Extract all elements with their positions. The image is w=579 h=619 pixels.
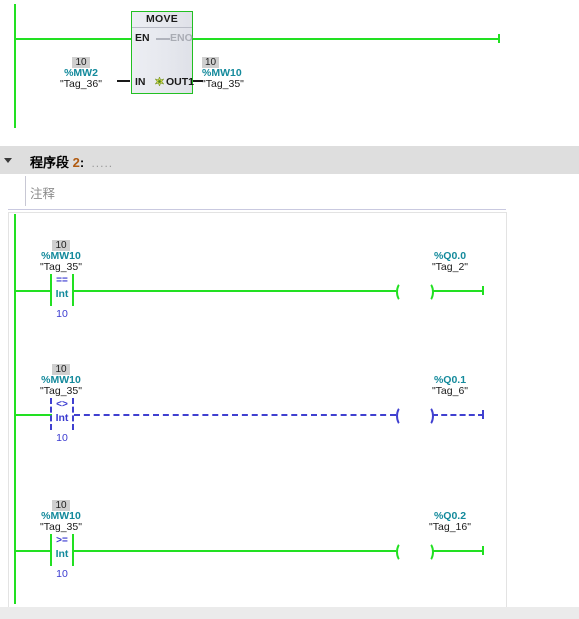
rung-2-compare-box[interactable]: <> Int	[50, 398, 74, 430]
rung-2-coil[interactable]	[396, 406, 434, 426]
rung-3-coil-operand[interactable]: %Q0.2 "Tag_16"	[415, 511, 485, 533]
move-pin-eno: ENO	[170, 32, 193, 44]
rung-2-compare-value[interactable]: 10	[50, 432, 74, 444]
rung-3-end-cap	[482, 546, 484, 555]
rung-2-compare-operator: <>	[56, 399, 68, 410]
network-number: 2	[72, 155, 80, 170]
rung-2-wire-left	[14, 414, 52, 416]
move-pin-out1: OUT1	[166, 76, 195, 88]
comment-separator	[8, 209, 506, 210]
rung-3-coil-symbol: "Tag_16"	[429, 521, 471, 533]
rung-wire-eno-out	[193, 38, 500, 40]
move-in-operand[interactable]: 10 %MW2 "Tag_36"	[46, 57, 116, 90]
panel-border-left	[8, 212, 9, 607]
rung-3-wire-left	[14, 550, 52, 552]
collapse-triangle-icon[interactable]	[4, 158, 12, 163]
rung-1-coil-right-arc	[422, 282, 434, 302]
rung-1-operand[interactable]: 10 %MW10 "Tag_35"	[26, 240, 96, 273]
move-in-symbol: "Tag_36"	[60, 78, 102, 90]
rung-2-operand-symbol: "Tag_35"	[40, 385, 82, 397]
network-2-title: 程序段 2: .....	[30, 152, 113, 171]
network-label: 程序段	[30, 155, 70, 170]
move-out-stub	[193, 80, 203, 82]
move-out-symbol: "Tag_35"	[202, 78, 244, 90]
rung-3-compare-value[interactable]: 10	[50, 568, 74, 580]
rung-2-operand[interactable]: 10 %MW10 "Tag_35"	[26, 364, 96, 397]
panel-border-top	[8, 212, 507, 213]
rung-2-wire-right	[74, 414, 396, 416]
rung-1-coil[interactable]	[396, 282, 434, 302]
move-pin-en: EN	[135, 32, 150, 44]
rung-1-compare-value[interactable]: 10	[50, 308, 74, 320]
move-block[interactable]: MOVE EN ENO IN OUT1	[131, 11, 195, 94]
add-parameter-icon[interactable]	[155, 77, 164, 86]
rung-3-operand-symbol: "Tag_35"	[40, 521, 82, 533]
rung-3-coil[interactable]	[396, 542, 434, 562]
rung-1-coil-operand[interactable]: %Q0.0 "Tag_2"	[415, 251, 485, 273]
move-block-title: MOVE	[145, 13, 179, 25]
move-block-title-rule	[132, 27, 192, 28]
panel-border-right	[506, 212, 507, 607]
comment-left-bar	[25, 176, 26, 206]
rung-1-compare-datatype: Int	[55, 288, 69, 300]
rung-end-cap	[498, 34, 500, 43]
rung-1-wire-left	[14, 290, 52, 292]
rung-1-compare-box[interactable]: == Int	[50, 274, 74, 306]
network-title-dots: .....	[91, 156, 114, 170]
rung-3-compare-box[interactable]: >= Int	[50, 534, 74, 566]
rung-1-coil-symbol: "Tag_2"	[431, 261, 469, 273]
rung-2-coil-right-arc	[422, 406, 434, 426]
network-1-ladder-area: MOVE EN ENO IN OUT1 10 %MW2 "Tag_36" 10 …	[0, 0, 579, 135]
move-pin-in: IN	[135, 76, 146, 88]
comment-placeholder[interactable]: 注释	[30, 183, 55, 202]
rung-2-end-cap	[482, 410, 484, 419]
rung-2-coil-left-arc	[396, 406, 408, 426]
rung-3-compare-datatype: Int	[55, 548, 69, 560]
network-2-comment-row[interactable]: 注释	[0, 174, 579, 212]
rung-1-wire-right	[72, 290, 396, 292]
bottom-strip	[0, 607, 579, 619]
rung-3-wire-right	[72, 550, 396, 552]
network-2-header-bar[interactable]: 程序段 2: .....	[0, 146, 579, 174]
rung-1-compare-operator: ==	[56, 275, 68, 286]
rung-2-wire-end	[432, 414, 484, 416]
rung-1-operand-symbol: "Tag_35"	[40, 261, 82, 273]
rung-2-coil-symbol: "Tag_6"	[431, 385, 469, 397]
rung-2-compare-datatype: Int	[55, 412, 69, 424]
power-rail-left	[14, 214, 16, 604]
rung-1-coil-left-arc	[396, 282, 408, 302]
rung-1-wire-end	[432, 290, 484, 292]
rung-3-wire-end	[432, 550, 484, 552]
move-in-stub	[117, 80, 130, 82]
power-rail-left	[14, 4, 16, 128]
rung-3-coil-left-arc	[396, 542, 408, 562]
rung-2-coil-operand[interactable]: %Q0.1 "Tag_6"	[415, 375, 485, 397]
rung-3-operand[interactable]: 10 %MW10 "Tag_35"	[26, 500, 96, 533]
rung-3-compare-operator: >=	[56, 535, 68, 546]
eno-connector-line	[156, 38, 170, 40]
rung-3-coil-right-arc	[422, 542, 434, 562]
move-out-operand[interactable]: 10 %MW10 "Tag_35"	[200, 57, 272, 90]
rung-1-end-cap	[482, 286, 484, 295]
rung-wire-en-in	[14, 38, 131, 40]
network-2-ladder-area: 10 %MW10 "Tag_35" == Int 10 %Q0.0 "Tag_2…	[0, 212, 579, 607]
